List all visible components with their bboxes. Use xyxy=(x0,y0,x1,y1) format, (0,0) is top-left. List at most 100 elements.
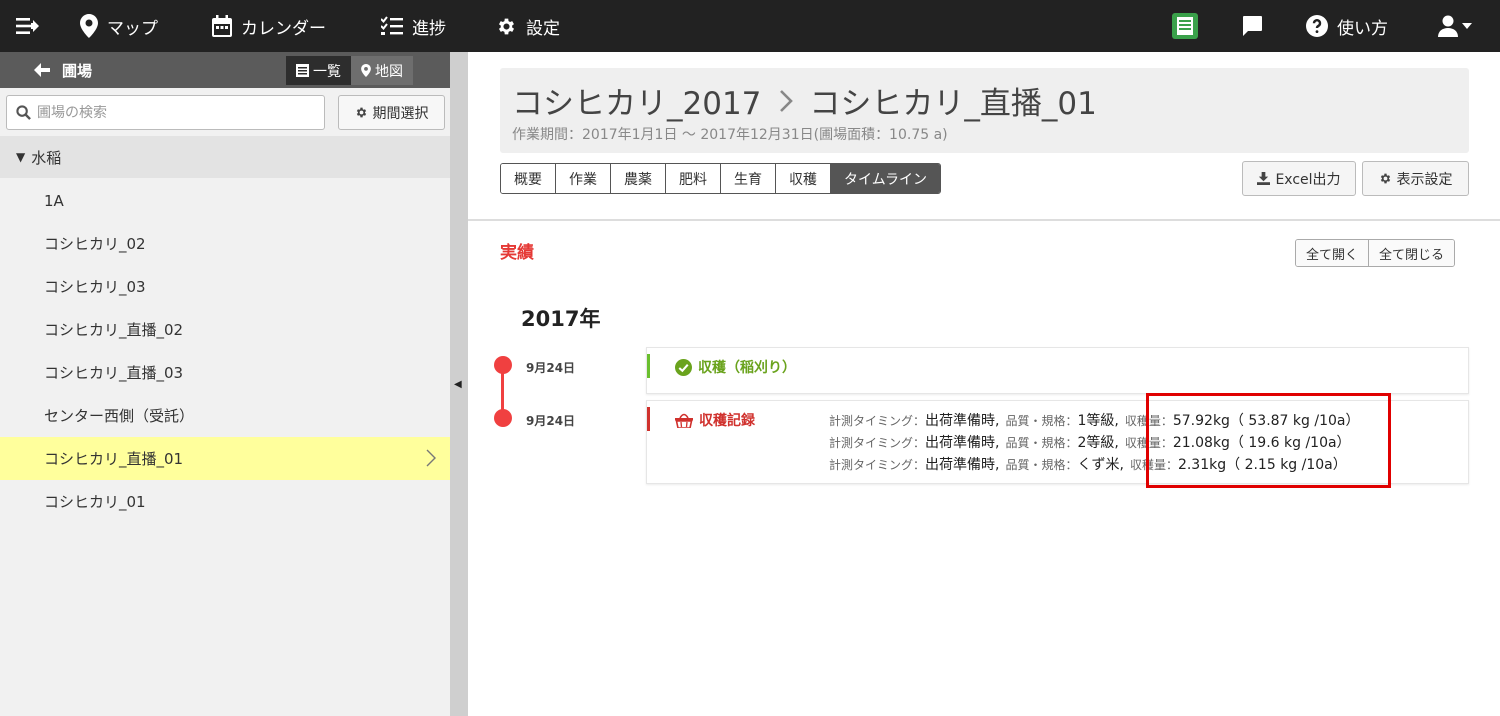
field-list-item-label: コシヒカリ_03 xyxy=(44,278,146,296)
field-list-item-label: 1A xyxy=(44,191,64,210)
user-menu-button[interactable] xyxy=(1438,0,1472,52)
display-settings-button[interactable]: 表示設定 xyxy=(1362,161,1469,196)
field-list-item[interactable]: コシヒカリ_直播_03 xyxy=(0,351,450,394)
event-color-bar xyxy=(647,354,650,378)
event-date: 9月24日 xyxy=(526,414,576,428)
gear-icon xyxy=(498,18,515,34)
period-select-button[interactable]: 期間選択 xyxy=(338,95,445,130)
timing-label: 計測タイミング： xyxy=(829,413,926,428)
timing-label: 計測タイミング： xyxy=(829,435,926,450)
view-map-label: 地図 xyxy=(375,63,403,80)
timeline-event-card[interactable]: 収穫（稲刈り） xyxy=(646,347,1469,394)
notebook-button[interactable] xyxy=(1172,0,1198,52)
grade-label: 品質・規格： xyxy=(1005,435,1078,450)
nav-map[interactable]: マップ xyxy=(80,0,158,52)
menu-collapse-icon xyxy=(16,18,39,34)
display-settings-label: 表示設定 xyxy=(1396,171,1453,188)
expand-all-button[interactable]: 全て開く xyxy=(1296,240,1370,266)
breadcrumb-parent[interactable]: コシヒカリ_2017 xyxy=(512,78,761,123)
chevron-right-icon xyxy=(426,449,436,467)
search-icon xyxy=(16,105,31,120)
crop-group-header[interactable]: ▼ 水稲 xyxy=(0,136,450,178)
top-navbar: マップ カレンダー 進捗 設定 使い方 xyxy=(0,0,1500,52)
breadcrumb-current: コシヒカリ_直播_01 xyxy=(809,86,1097,122)
field-search-input[interactable] xyxy=(37,104,307,121)
map-pin-icon xyxy=(80,14,98,38)
event-title-label: 収穫（稲刈り） xyxy=(698,360,796,376)
results-heading: 実績 xyxy=(500,243,534,263)
divider xyxy=(468,219,1500,221)
annotation-highlight-box xyxy=(1146,393,1391,488)
menu-toggle-button[interactable] xyxy=(16,0,40,52)
triangle-down-icon: ▼ xyxy=(16,150,26,164)
crop-group-label: 水稲 xyxy=(31,148,62,167)
grade-label: 品質・規格： xyxy=(1005,457,1078,472)
help-label: 使い方 xyxy=(1337,18,1388,39)
field-list-item-selected[interactable]: コシヒカリ_直播_01 xyxy=(0,437,450,480)
field-list-item[interactable]: コシヒカリ_02 xyxy=(0,222,450,265)
tab-growth[interactable]: 生育 xyxy=(721,164,776,193)
view-list-button[interactable]: 一覧 xyxy=(286,56,351,85)
timeline-dot xyxy=(494,356,512,374)
field-search-box xyxy=(6,95,325,130)
section-tabs: 概要 作業 農薬 肥料 生育 収穫 タイムライン xyxy=(500,163,942,194)
field-list-item[interactable]: センター西側（受託） xyxy=(0,394,450,437)
tab-fertilizer[interactable]: 肥料 xyxy=(666,164,721,193)
field-list-item-label: センター西側（受託） xyxy=(44,407,195,425)
event-title-label: 収穫記録 xyxy=(699,413,755,429)
map-pin-icon xyxy=(361,64,371,77)
breadcrumb-separator-icon xyxy=(779,89,794,113)
expand-collapse-group: 全て開く 全て閉じる xyxy=(1295,239,1456,267)
field-list-item-label: コシヒカリ_01 xyxy=(44,493,146,511)
checklist-icon xyxy=(381,16,403,35)
gear-icon xyxy=(356,107,366,118)
download-icon xyxy=(1257,172,1271,185)
tab-overview[interactable]: 概要 xyxy=(501,164,556,193)
nav-map-label: マップ xyxy=(107,18,158,39)
grade-value: 2等級, xyxy=(1077,435,1119,451)
excel-export-button[interactable]: Excel出力 xyxy=(1242,161,1356,196)
field-list-item-label: コシヒカリ_02 xyxy=(44,235,146,253)
breadcrumb: コシヒカリ_2017 コシヒカリ_直播_01 xyxy=(512,78,1097,123)
field-title-box: コシヒカリ_2017 コシヒカリ_直播_01 作業期間：2017年1月1日 ～ … xyxy=(500,68,1469,153)
help-button[interactable]: 使い方 xyxy=(1306,0,1388,52)
question-circle-icon xyxy=(1306,15,1328,37)
nav-progress[interactable]: 進捗 xyxy=(381,0,446,52)
field-list-item-label: コシヒカリ_直播_03 xyxy=(44,364,184,382)
timing-label: 計測タイミング： xyxy=(829,457,926,472)
field-list-item[interactable]: 1A xyxy=(0,179,450,222)
nav-calendar[interactable]: カレンダー xyxy=(212,0,326,52)
sidebar-splitter[interactable]: ◀ xyxy=(450,52,468,716)
nav-calendar-label: カレンダー xyxy=(241,18,326,39)
event-title: 収穫記録 xyxy=(675,410,755,430)
field-list-item[interactable]: コシヒカリ_直播_02 xyxy=(0,308,450,351)
field-list: 1A コシヒカリ_02 コシヒカリ_03 コシヒカリ_直播_02 コシヒカリ_直… xyxy=(0,179,450,523)
nav-progress-label: 進捗 xyxy=(412,18,446,39)
view-map-button[interactable]: 地図 xyxy=(351,56,413,85)
caret-down-icon xyxy=(1462,23,1472,29)
messages-button[interactable] xyxy=(1241,0,1263,52)
timeline-year: 2017年 xyxy=(521,307,601,331)
timing-value: 出荷準備時, xyxy=(925,435,1000,451)
list-icon xyxy=(296,64,309,77)
tab-harvest[interactable]: 収穫 xyxy=(776,164,831,193)
tab-timeline[interactable]: タイムライン xyxy=(831,164,941,193)
work-period-text: 作業期間：2017年1月1日 ～ 2017年12月31日(圃場面積：10.75 … xyxy=(512,127,948,143)
calendar-icon xyxy=(212,15,232,37)
sidebar-header: 圃場 一覧 地図 xyxy=(0,52,450,88)
field-list-item[interactable]: コシヒカリ_01 xyxy=(0,480,450,523)
collapse-all-button[interactable]: 全て閉じる xyxy=(1369,240,1455,266)
field-list-item[interactable]: コシヒカリ_03 xyxy=(0,265,450,308)
nav-settings[interactable]: 設定 xyxy=(496,0,560,52)
tab-pesticide[interactable]: 農薬 xyxy=(611,164,666,193)
check-circle-icon xyxy=(675,358,692,376)
harvest-basket-icon xyxy=(675,413,693,428)
field-list-item-label: コシヒカリ_直播_01 xyxy=(44,450,184,468)
timing-value: 出荷準備時, xyxy=(925,457,1000,473)
tab-work[interactable]: 作業 xyxy=(556,164,611,193)
collapse-sidebar-icon[interactable]: ◀ xyxy=(454,379,462,390)
grade-value: 1等級, xyxy=(1077,413,1119,429)
event-color-bar xyxy=(647,407,650,431)
notebook-icon xyxy=(1172,13,1198,39)
back-button[interactable]: 圃場 xyxy=(34,52,92,88)
